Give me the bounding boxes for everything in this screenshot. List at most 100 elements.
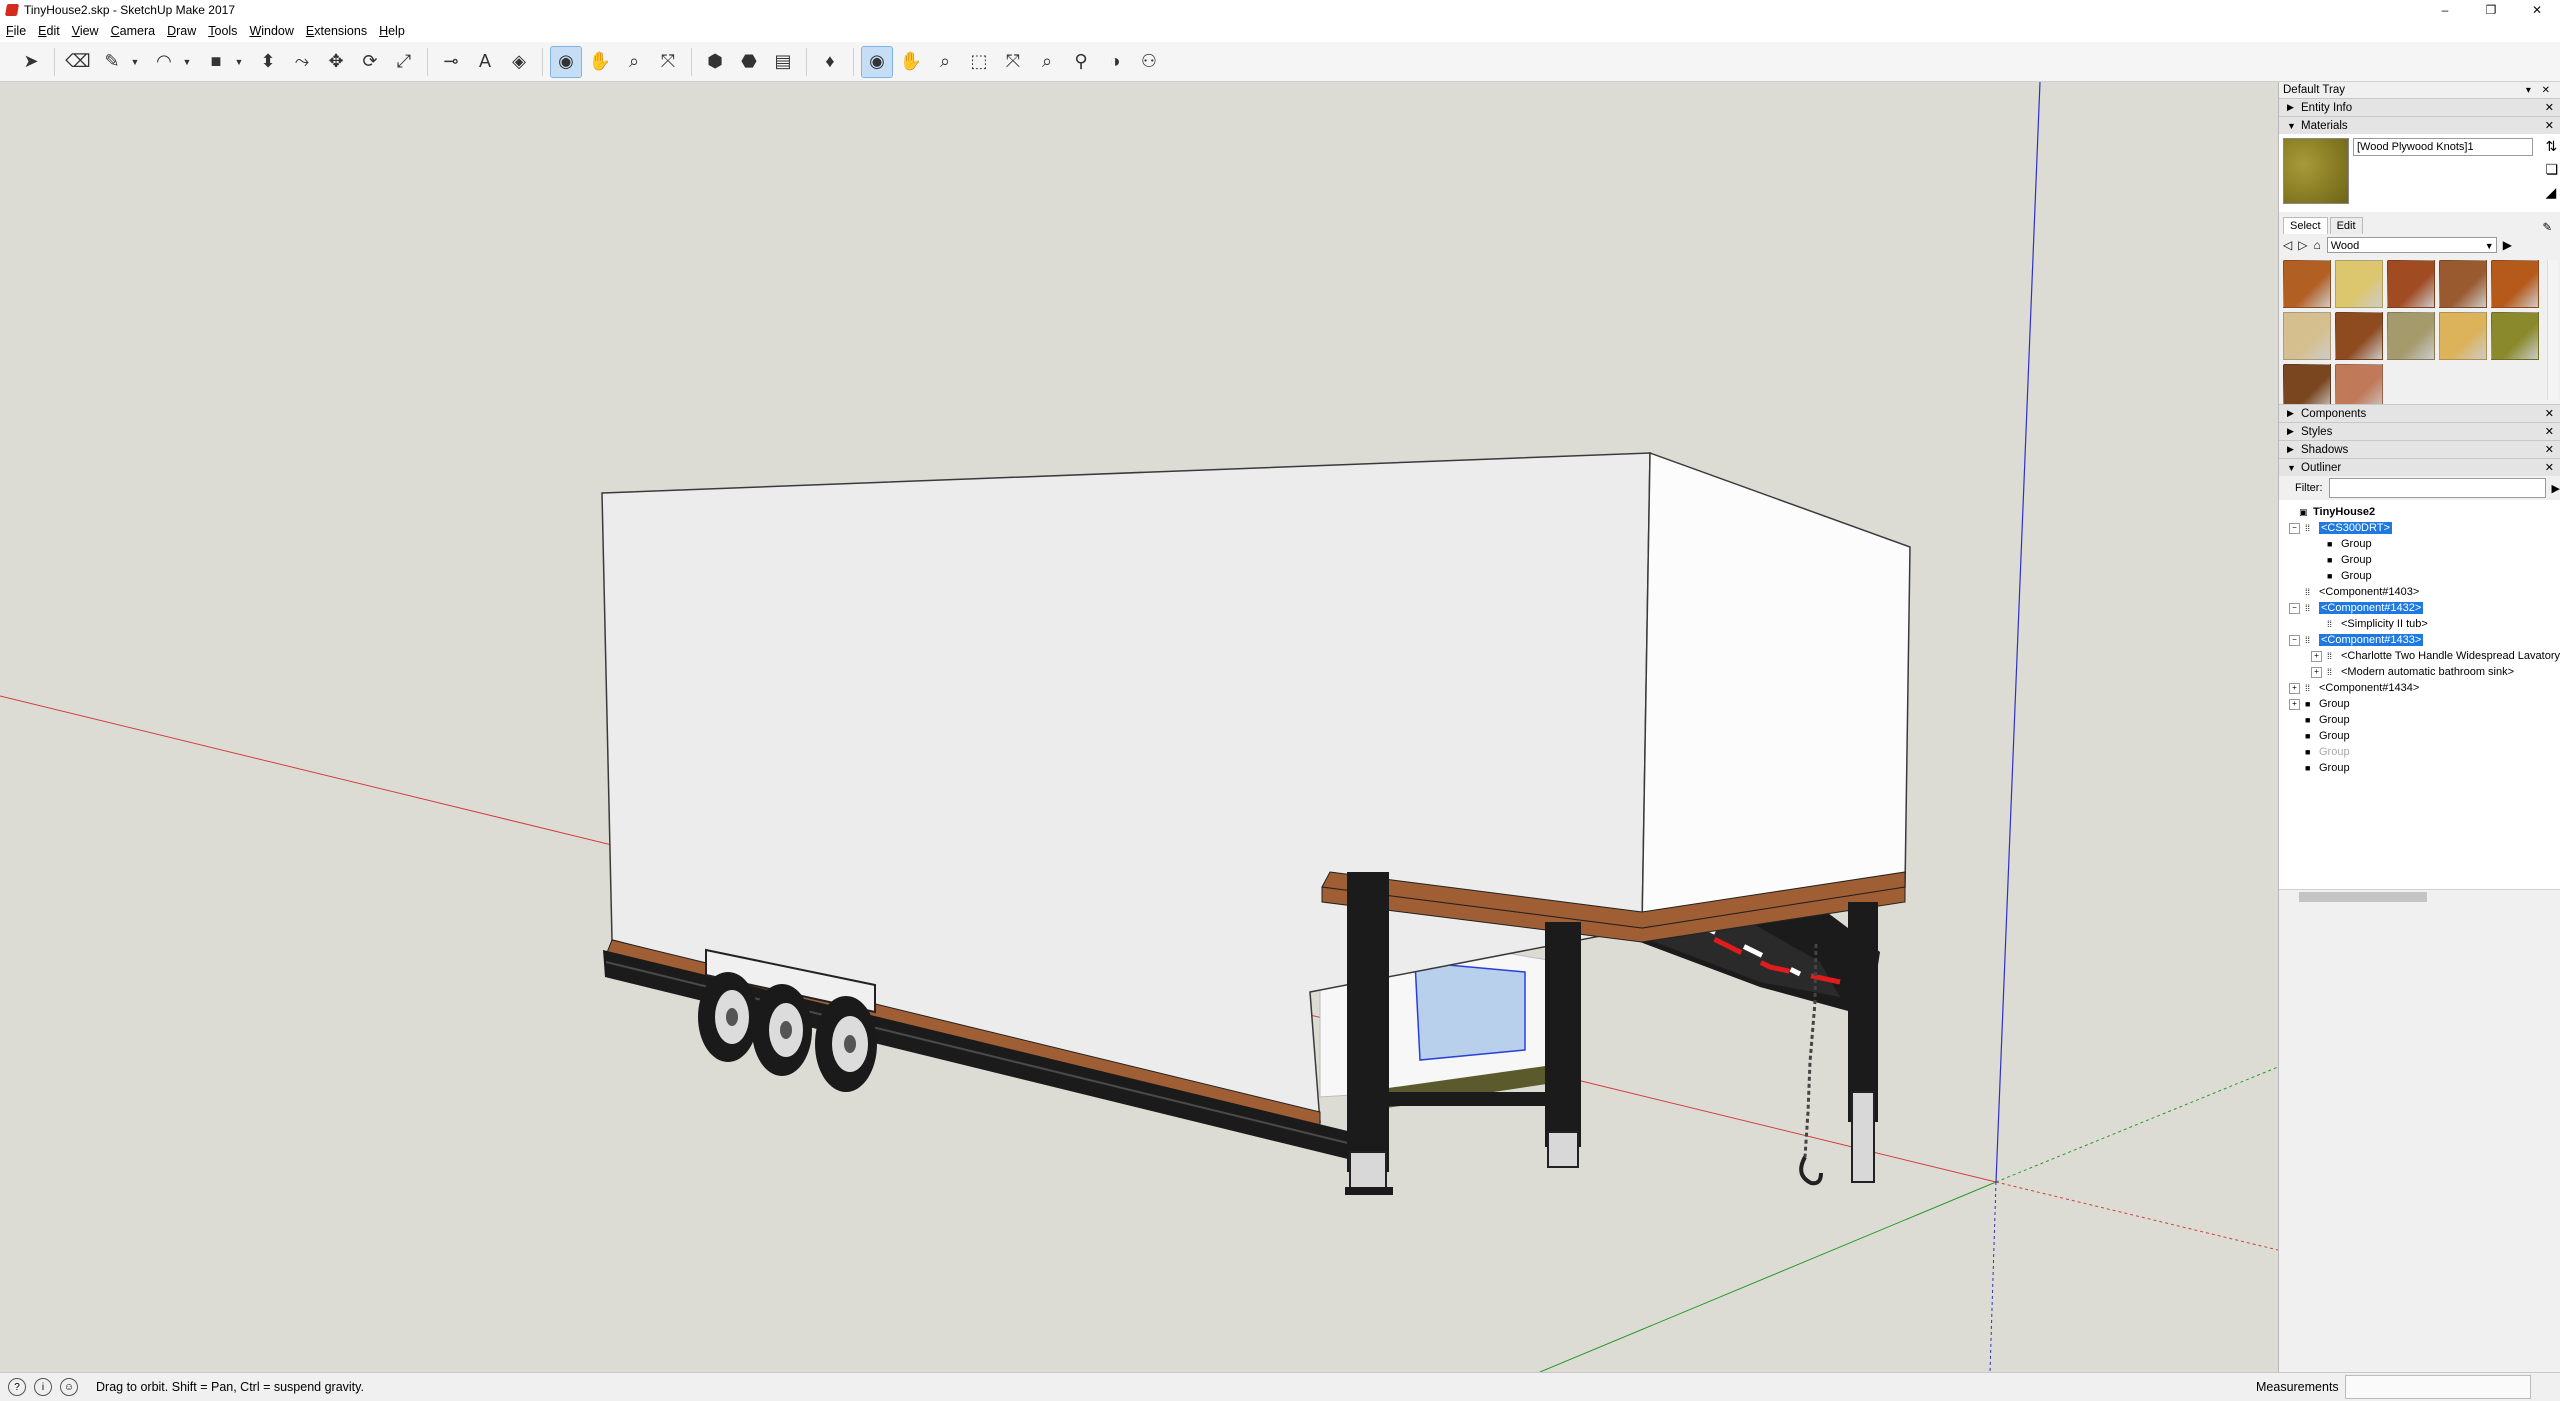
default-material-icon[interactable]: ◢ (2545, 184, 2558, 201)
text-tool-icon[interactable]: A (470, 47, 500, 77)
outliner-item[interactable]: − ⁞⁞ <Component#1433> (2279, 632, 2560, 648)
forward-icon[interactable]: ▷ (2298, 238, 2307, 252)
zoom-extents-2-icon[interactable]: ⤧ (998, 47, 1028, 77)
measurements-input[interactable] (2344, 1375, 2531, 1399)
line-tool-icon[interactable]: ✎ (97, 47, 127, 77)
zoom-2-icon[interactable]: ⌕ (930, 47, 960, 77)
close-icon[interactable]: ✕ (2545, 443, 2554, 456)
material-swatch[interactable] (2335, 312, 2383, 360)
collapse-icon[interactable]: − (2289, 602, 2300, 614)
material-swatch[interactable] (2283, 312, 2331, 360)
material-swatch[interactable] (2491, 312, 2539, 360)
expand-icon[interactable]: + (2311, 650, 2322, 662)
expand-icon[interactable]: + (2289, 698, 2300, 710)
rectangle-tool-dropdown-icon[interactable]: ▼ (233, 47, 245, 77)
eraser-tool-icon[interactable]: ⌫ (63, 47, 93, 77)
extension-warehouse-icon[interactable]: ⬣ (734, 47, 764, 77)
expand-icon[interactable]: + (2289, 682, 2300, 694)
outliner-details-icon[interactable]: ▶ (2552, 482, 2560, 495)
menu-draw[interactable]: Draw (161, 24, 202, 38)
close-icon[interactable]: ✕ (2545, 407, 2554, 420)
move-tool-icon[interactable]: ✥ (321, 47, 351, 77)
tab-edit[interactable]: Edit (2329, 217, 2363, 234)
menu-window[interactable]: Window (243, 24, 299, 38)
panel-shadows[interactable]: ▶ Shadows ✕ (2279, 440, 2560, 458)
arc-tool-dropdown-icon[interactable]: ▼ (181, 47, 193, 77)
material-swatch[interactable] (2439, 260, 2487, 308)
menu-camera[interactable]: Camera (105, 24, 161, 38)
panel-styles[interactable]: ▶ Styles ✕ (2279, 422, 2560, 440)
material-swatch[interactable] (2335, 260, 2383, 308)
outliner-item[interactable]: − ⁞⁞ <CS300DRT> (2279, 520, 2560, 536)
tape-measure-tool-icon[interactable]: ⊸ (436, 47, 466, 77)
user-icon[interactable]: ☺ (60, 1378, 78, 1396)
menu-tools[interactable]: Tools (202, 24, 243, 38)
display-secondary-icon[interactable]: ⇅ (2545, 138, 2558, 155)
previous-view-icon[interactable]: ⌕ (1032, 47, 1062, 77)
menu-extensions[interactable]: Extensions (300, 24, 373, 38)
maximize-button[interactable]: ❐ (2468, 0, 2514, 20)
offset-tool-icon[interactable]: ⤳ (287, 47, 317, 77)
close-icon[interactable]: ✕ (2545, 425, 2554, 438)
look-around-icon[interactable]: ◑ (1100, 47, 1130, 77)
outliner-item[interactable]: + ■ Group (2279, 696, 2560, 712)
menu-help[interactable]: Help (373, 24, 411, 38)
line-tool-dropdown-icon[interactable]: ▼ (129, 47, 141, 77)
drawing-viewport[interactable] (0, 82, 2278, 1372)
back-icon[interactable]: ◁ (2283, 238, 2292, 252)
details-icon[interactable]: ▶ (2503, 238, 2512, 252)
outliner-item[interactable]: ■ Group (2279, 536, 2560, 552)
material-swatch[interactable] (2491, 260, 2539, 308)
outliner-item[interactable]: ■ Group (2279, 744, 2560, 760)
pan-tool-icon[interactable]: ✋ (585, 47, 615, 77)
scrollbar-thumb[interactable] (2299, 892, 2427, 902)
ruby-icon[interactable]: ♦ (815, 47, 845, 77)
outliner-item[interactable]: ■ Group (2279, 568, 2560, 584)
close-icon[interactable]: ✕ (2545, 119, 2554, 132)
outliner-item[interactable]: ⁞⁞ <Component#1403> (2279, 584, 2560, 600)
zoom-tool-icon[interactable]: ⌕ (619, 47, 649, 77)
rectangle-tool-icon[interactable]: ■ (201, 47, 231, 77)
close-icon[interactable]: ✕ (2545, 101, 2554, 114)
material-swatch[interactable] (2387, 312, 2435, 360)
walk-icon[interactable]: ⚇ (1134, 47, 1164, 77)
tray-controls-icon[interactable]: ▾ ✕ (2526, 85, 2554, 96)
select-tool-icon[interactable]: ➤ (16, 47, 46, 77)
close-button[interactable]: ✕ (2514, 0, 2560, 20)
current-material-swatch[interactable] (2283, 138, 2349, 204)
menu-edit[interactable]: Edit (32, 24, 66, 38)
outliner-root[interactable]: ▣ TinyHouse2 (2279, 504, 2560, 520)
geo-location-icon[interactable]: ? (8, 1378, 26, 1396)
paint-bucket-tool-icon[interactable]: ◈ (504, 47, 534, 77)
outliner-item[interactable]: ■ Group (2279, 712, 2560, 728)
scale-tool-icon[interactable]: ⤢ (389, 47, 419, 77)
zoom-window-icon[interactable]: ⬚ (964, 47, 994, 77)
outliner-item[interactable]: − ⁞⁞ <Component#1432> (2279, 600, 2560, 616)
outliner-item[interactable]: ⁞⁞ <Simplicity II tub> (2279, 616, 2560, 632)
create-material-icon[interactable]: ❏ (2545, 161, 2558, 178)
rotate-tool-icon[interactable]: ⟳ (355, 47, 385, 77)
panel-materials[interactable]: ▼ Materials ✕ (2279, 116, 2560, 134)
outliner-item[interactable]: + ⁞⁞ <Modern automatic bathroom sink> (2279, 664, 2560, 680)
collection-select[interactable]: Wood ▼ (2326, 237, 2497, 253)
outliner-item[interactable]: ■ Group (2279, 552, 2560, 568)
outliner-item[interactable]: + ⁞⁞ <Component#1434> (2279, 680, 2560, 696)
zoom-extents-tool-icon[interactable]: ⤧ (653, 47, 683, 77)
material-name-field[interactable] (2353, 138, 2533, 156)
warehouse-icon[interactable]: ⬢ (700, 47, 730, 77)
outliner-horizontal-scrollbar[interactable] (2279, 889, 2560, 904)
swatch-scrollbar[interactable] (2547, 260, 2558, 400)
pan-2-icon[interactable]: ✋ (896, 47, 926, 77)
home-icon[interactable]: ⌂ (2313, 238, 2320, 252)
panel-entity-info[interactable]: ▶ Entity Info ✕ (2279, 98, 2560, 116)
material-swatch[interactable] (2439, 312, 2487, 360)
outliner-item[interactable]: ■ Group (2279, 760, 2560, 776)
panel-components[interactable]: ▶ Components ✕ (2279, 404, 2560, 422)
material-swatch[interactable] (2387, 260, 2435, 308)
tab-select[interactable]: Select (2283, 217, 2328, 234)
orbit-active-icon[interactable]: ◉ (861, 45, 893, 78)
outliner-item[interactable]: ■ Group (2279, 728, 2560, 744)
sample-paint-icon[interactable]: ✎ (2542, 220, 2552, 234)
menu-file[interactable]: File (0, 24, 32, 38)
orbit-tool-icon[interactable]: ◉ (550, 45, 582, 78)
